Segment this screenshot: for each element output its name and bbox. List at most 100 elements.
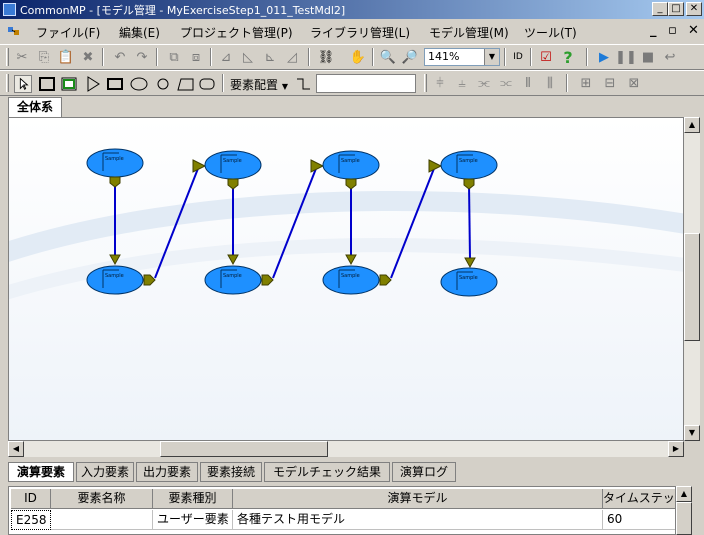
pause-icon[interactable]: ❚❚: [615, 49, 637, 65]
toolbar-grip[interactable]: [6, 74, 9, 92]
cell-type[interactable]: ユーザー要素: [153, 510, 233, 530]
cell-timestep[interactable]: 60: [603, 510, 675, 530]
scroll-up-icon[interactable]: ▲: [676, 486, 692, 502]
same-width-icon[interactable]: ⊞: [578, 75, 594, 91]
element-text-input[interactable]: [316, 74, 416, 93]
menu-bar: ファイル(F) 編集(E) プロジェクト管理(P) ライブラリ管理(L) モデル…: [0, 19, 704, 43]
mdi-restore-button[interactable]: ▫: [668, 23, 677, 38]
menu-edit[interactable]: 編集(E): [119, 24, 160, 41]
pointer-icon[interactable]: [14, 75, 32, 93]
rounded-rect-icon[interactable]: [198, 75, 216, 93]
align-top-icon[interactable]: ⊾: [262, 49, 278, 65]
green-rect-icon[interactable]: [60, 75, 78, 93]
layout-menu-button[interactable]: 要素配置 ▼: [230, 76, 288, 93]
tab-calc-elements[interactable]: 演算要素: [8, 462, 74, 482]
align-bottom-icon[interactable]: ◿: [284, 49, 300, 65]
canvas-horizontal-scrollbar[interactable]: ◀ ▶: [8, 441, 684, 457]
column-header-model[interactable]: 演算モデル: [233, 489, 603, 509]
align-left-icon[interactable]: ⊿: [218, 49, 234, 65]
toolbar-separator: [586, 48, 588, 66]
toolbar-grip[interactable]: [424, 74, 427, 92]
triangle-icon[interactable]: [84, 75, 102, 93]
parallelogram-icon[interactable]: [176, 75, 194, 93]
tab-calc-log[interactable]: 演算ログ: [392, 462, 456, 482]
mdi-minimize-button[interactable]: _: [650, 23, 657, 38]
distribute-h-icon[interactable]: ⫴: [520, 75, 536, 91]
cell-id[interactable]: E258: [11, 510, 51, 530]
tab-model-check[interactable]: モデルチェック結果: [264, 462, 390, 482]
document-icon[interactable]: [8, 25, 20, 37]
horizontal-scroll-thumb[interactable]: [160, 441, 328, 457]
same-height-icon[interactable]: ⊟: [602, 75, 618, 91]
ellipse-icon[interactable]: [130, 75, 148, 93]
window-title: CommonMP - [モデル管理 - MyExerciseStep1_011_…: [20, 4, 346, 17]
zoom-in-icon[interactable]: 🔍: [380, 49, 396, 65]
same-size-icon[interactable]: ⊠: [626, 75, 642, 91]
cut-icon[interactable]: ✂: [14, 49, 30, 65]
scroll-right-icon[interactable]: ▶: [668, 441, 684, 457]
network-icon[interactable]: ⛓: [318, 49, 335, 65]
tab-input-elements[interactable]: 入力要素: [76, 462, 134, 482]
menu-tools[interactable]: ツール(T): [524, 24, 577, 41]
group-icon[interactable]: ⧉: [166, 49, 182, 65]
align-right-icon[interactable]: ◺: [240, 49, 256, 65]
chevron-down-icon[interactable]: ▼: [484, 49, 499, 65]
model-element-node[interactable]: Sample: [440, 267, 498, 297]
vertical-scroll-thumb[interactable]: [684, 233, 700, 341]
align-middle-icon[interactable]: ⫗: [498, 75, 514, 91]
rectangle-icon[interactable]: [106, 75, 124, 93]
cell-name[interactable]: [51, 510, 153, 530]
toolbar-grip[interactable]: [6, 48, 9, 66]
elements-grid: ID 要素名称 要素種別 演算モデル タイムステップ E258 ユーザー要素 各…: [8, 486, 676, 535]
scroll-left-icon[interactable]: ◀: [8, 441, 24, 457]
id-display-icon[interactable]: ID: [510, 49, 526, 65]
distribute-v-icon[interactable]: ⫼: [542, 75, 558, 91]
maximize-button[interactable]: □: [668, 2, 684, 16]
delete-icon[interactable]: ✖: [80, 49, 96, 65]
scroll-down-icon[interactable]: ▼: [684, 425, 700, 441]
paste-icon[interactable]: 📋: [58, 49, 74, 65]
scroll-up-icon[interactable]: ▲: [684, 117, 700, 133]
circle-icon[interactable]: [154, 75, 172, 93]
run-icon[interactable]: ▶: [596, 49, 612, 65]
tab-whole-system[interactable]: 全体系: [8, 97, 62, 117]
mdi-close-button[interactable]: ✕: [688, 23, 699, 38]
tab-output-elements[interactable]: 出力要素: [136, 462, 198, 482]
zoom-select[interactable]: 141% ▼: [424, 48, 500, 66]
redo-icon[interactable]: ↷: [134, 49, 150, 65]
connection-link[interactable]: [468, 183, 471, 260]
tab-element-connections[interactable]: 要素接続: [200, 462, 262, 482]
menu-project[interactable]: プロジェクト管理(P): [180, 24, 293, 41]
model-diagram[interactable]: Sample Sample Sample Sample Sample Sample Samp…: [9, 118, 684, 441]
close-button[interactable]: ✕: [686, 2, 702, 16]
cell-model[interactable]: 各種テスト用モデル: [233, 510, 603, 530]
toolbar-separator: [566, 74, 568, 92]
menu-model[interactable]: モデル管理(M): [429, 24, 509, 41]
align-vertical-icon[interactable]: ⫨: [454, 75, 470, 91]
ungroup-icon[interactable]: ⧈: [188, 49, 204, 65]
stop-icon[interactable]: ■: [640, 49, 656, 65]
grid-scroll-thumb[interactable]: [676, 502, 692, 535]
align-center-icon[interactable]: ⫘: [476, 75, 492, 91]
canvas-vertical-scrollbar[interactable]: ▲ ▼: [684, 117, 700, 441]
connector-icon[interactable]: [294, 75, 312, 93]
copy-icon[interactable]: ⎘: [36, 49, 52, 65]
menu-file[interactable]: ファイル(F): [36, 24, 100, 41]
app-icon: [3, 3, 16, 16]
model-canvas[interactable]: Sample Sample Sample Sample Sample Sample Samp…: [8, 117, 684, 441]
undo-icon[interactable]: ↶: [112, 49, 128, 65]
column-header-id[interactable]: ID: [11, 489, 51, 509]
frame-rect-icon[interactable]: [38, 75, 56, 93]
column-header-timestep[interactable]: タイムステップ: [603, 489, 675, 509]
zoom-out-icon[interactable]: 🔎: [402, 49, 418, 65]
step-return-icon[interactable]: ↩: [662, 49, 678, 65]
help-icon[interactable]: ?: [560, 48, 576, 67]
menu-library[interactable]: ライブラリ管理(L): [310, 24, 410, 41]
column-header-type[interactable]: 要素種別: [153, 489, 233, 509]
minimize-button[interactable]: _: [652, 2, 668, 16]
align-horizontal-icon[interactable]: ⫩: [432, 75, 448, 91]
model-check-icon[interactable]: ☑: [538, 49, 554, 65]
grid-vertical-scrollbar[interactable]: ▲: [676, 486, 692, 535]
column-header-name[interactable]: 要素名称: [51, 489, 153, 509]
hand-pan-icon[interactable]: ✋: [350, 49, 366, 65]
